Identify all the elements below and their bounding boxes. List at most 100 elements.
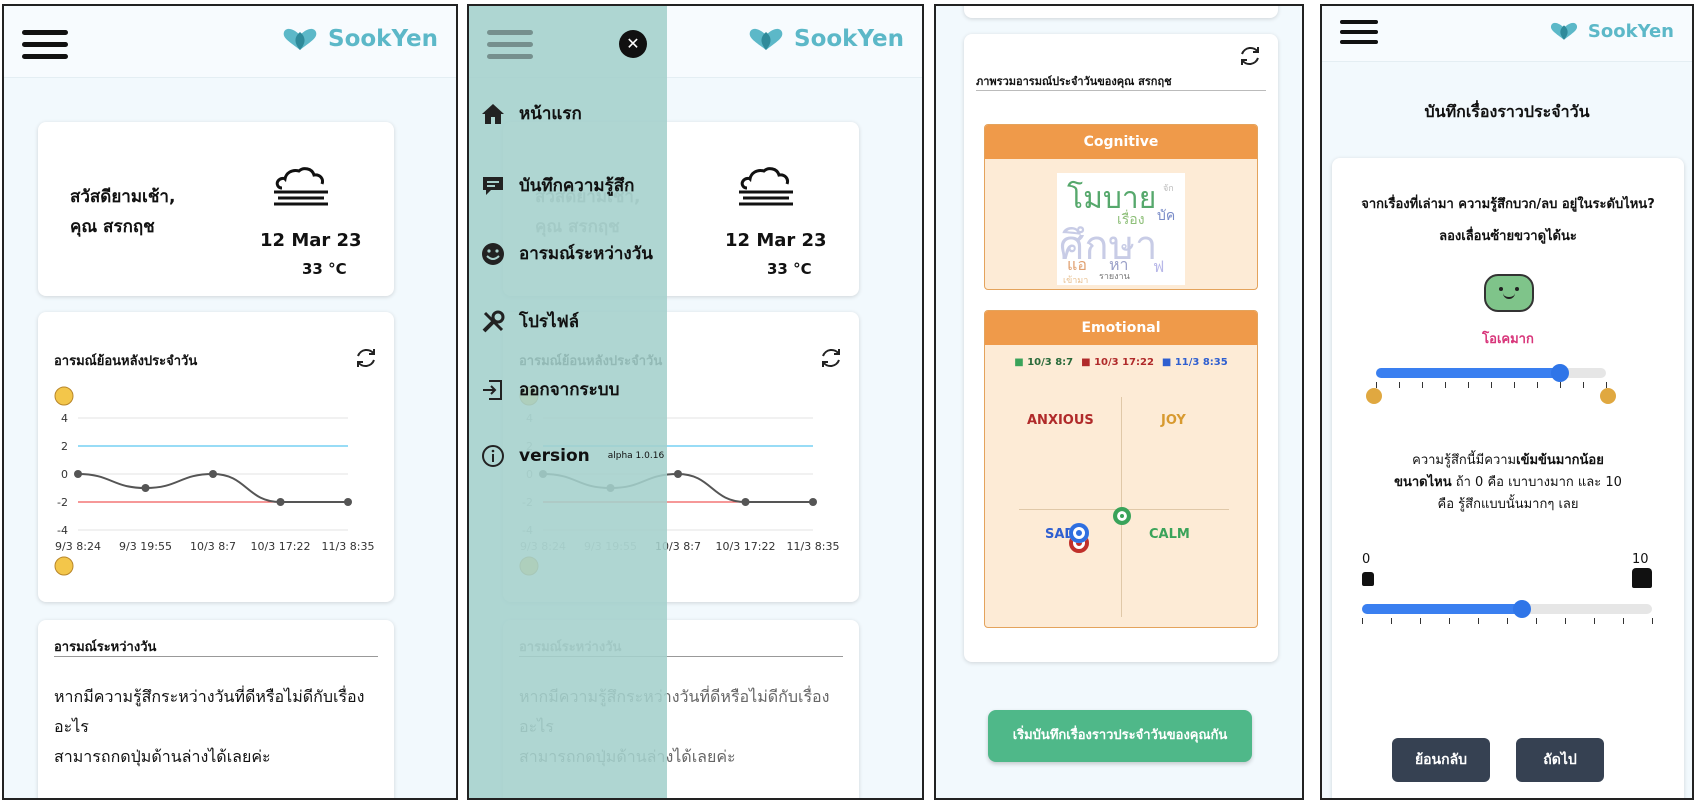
slider-thumb[interactable] xyxy=(1512,600,1531,618)
daytime-title: อารมณ์ระหว่างวัน xyxy=(54,640,157,655)
slider-tick xyxy=(1507,618,1508,624)
intensity-min-label: 0 xyxy=(1362,552,1371,567)
word-cloud-word: รายงาน xyxy=(1099,272,1130,282)
menu-icon[interactable] xyxy=(1340,20,1378,50)
menu-item-home[interactable]: หน้าแรก xyxy=(481,100,582,127)
menu-item-record[interactable]: บันทึกความรู้สึก xyxy=(481,172,634,199)
data-point xyxy=(74,470,82,478)
intensity-slider[interactable] xyxy=(1362,600,1652,618)
x-tick-label: 11/3 8:35 xyxy=(322,540,375,553)
overview-card: ภาพรวมอารมณ์ประจำวันของคุณ สรกฤช Cogniti… xyxy=(964,34,1278,662)
daytime-description: หากมีความรู้สึกระหว่างวันที่ดีหรือไม่ดีก… xyxy=(54,687,365,766)
app-logo: SookYen xyxy=(1548,20,1674,42)
slider-fill xyxy=(1362,604,1522,614)
slider-tick xyxy=(1565,618,1566,624)
greeting-card: สวัสดียามเช้า, คุณ สรกฤช 12 Mar 23 33 °C xyxy=(38,122,394,296)
logout-icon xyxy=(483,379,502,400)
data-point xyxy=(809,498,817,506)
emotion-point xyxy=(1069,523,1089,543)
intensity-question: ขนาดไหน ถ้า 0 คือ เบาบางมาก และ 10 xyxy=(1394,475,1622,490)
quadrant-anxious: ANXIOUS xyxy=(1027,413,1094,428)
valence-question: จากเรื่องที่เล่ามา ความรู้สึกบวก/ลบ อยู่… xyxy=(1361,197,1655,212)
x-tick-label: 9/3 19:55 xyxy=(119,540,172,553)
slider-tick xyxy=(1536,618,1537,624)
menu-icon[interactable] xyxy=(487,30,533,60)
app-name: SookYen xyxy=(1587,20,1674,42)
menu-item-daytime-mood[interactable]: อารมณ์ระหว่างวัน xyxy=(481,240,653,267)
slider-tick xyxy=(1376,382,1377,388)
slider-thumb[interactable] xyxy=(1551,364,1569,382)
legend-item: ■ 10/3 17:22 xyxy=(1081,357,1154,368)
slider-tick xyxy=(1583,382,1584,388)
x-tick-label: 10/3 17:22 xyxy=(251,540,311,553)
valence-slider[interactable] xyxy=(1376,364,1606,382)
chat-icon xyxy=(483,176,503,195)
greeting-text: สวัสดียามเช้า, คุณ สรกฤช xyxy=(70,187,176,237)
refresh-icon[interactable] xyxy=(819,346,843,370)
temperature-text: 33 °C xyxy=(302,260,347,278)
menu-item-logout[interactable]: ออกจากระบบ xyxy=(481,376,619,403)
x-tick-label: 10/3 17:22 xyxy=(716,540,776,553)
close-icon[interactable]: ✕ xyxy=(619,30,647,58)
intensity-max-label: 10 xyxy=(1632,552,1649,567)
heart-leaf-icon xyxy=(283,28,317,50)
emotional-header: Emotional xyxy=(985,311,1257,345)
light-weight-icon xyxy=(1362,572,1374,586)
mood-line-chart: 4 2 0 -2 -4 9/3 8:24 9/3 19:55 10/3 8:7 10/3 17:… xyxy=(54,386,375,576)
refresh-icon[interactable] xyxy=(354,346,378,370)
word-cloud-word: เรื่อง xyxy=(1117,212,1145,228)
record-form-card: จากเรื่องที่เล่ามา ความรู้สึกบวก/ลบ อยู่… xyxy=(1332,158,1684,798)
app-name: SookYen xyxy=(794,26,904,52)
menu-item-profile[interactable]: โปรไฟล์ xyxy=(481,308,579,335)
intensity-question: คือ รู้สึกแบบนั้นมากๆ เลย xyxy=(1437,497,1579,512)
smiley-icon xyxy=(482,242,504,265)
slider-fill xyxy=(1376,368,1560,378)
sad-face-icon xyxy=(1366,388,1382,404)
data-point xyxy=(674,470,682,478)
app-name: SookYen xyxy=(328,26,438,52)
next-button[interactable]: ถัดไป xyxy=(1516,738,1604,782)
emotional-box: Emotional ■ 10/3 8:7 ■ 10/3 17:22 ■ 11/3… xyxy=(984,310,1258,628)
menu-item-version: version alpha 1.0.16 xyxy=(481,444,664,468)
slider-tick xyxy=(1560,382,1561,388)
slider-tick xyxy=(1449,618,1450,624)
page-title: บันทึกเรื่องราวประจำวัน xyxy=(1424,102,1590,121)
app-logo: SookYen xyxy=(746,26,904,52)
slider-ticks xyxy=(1376,382,1607,388)
slider-tick xyxy=(1468,382,1469,388)
cognitive-box: Cognitive โมบาย ศึกษา เรื่อง บัค แอ หา ฟ… xyxy=(984,124,1258,290)
happy-face-icon xyxy=(1600,388,1616,404)
start-record-button[interactable]: เริ่มบันทึกเรื่องราวประจำวันของคุณกัน xyxy=(988,710,1252,762)
home-screen: SookYen สวัสดียามเช้า, คุณ สรกฤช 12 Mar … xyxy=(2,4,458,800)
slider-tick xyxy=(1478,618,1479,624)
series-line xyxy=(77,472,348,503)
slider-tick xyxy=(1652,618,1653,624)
app-logo: SookYen xyxy=(280,26,438,52)
refresh-icon[interactable] xyxy=(1238,44,1262,68)
sad-face-icon xyxy=(54,556,74,576)
heavy-weight-icon xyxy=(1632,568,1652,588)
x-tick-label: 9/3 8:24 xyxy=(55,540,101,553)
slider-tick xyxy=(1362,618,1363,624)
emotion-point xyxy=(1113,507,1131,525)
slider-tick xyxy=(1422,382,1423,388)
divider xyxy=(976,90,1266,91)
quadrant-calm: CALM xyxy=(1149,527,1190,542)
data-point xyxy=(276,498,285,506)
back-button[interactable]: ย้อนกลับ xyxy=(1392,738,1490,782)
date-text: 12 Mar 23 xyxy=(725,230,827,251)
word-cloud-word: บัค xyxy=(1157,208,1176,224)
temperature-text: 33 °C xyxy=(767,260,812,278)
slider-tick xyxy=(1420,618,1421,624)
mood-chart-title: อารมณ์ย้อนหลังประจำวัน xyxy=(54,354,198,369)
data-point xyxy=(344,498,352,506)
tools-icon xyxy=(482,310,505,332)
date-text: 12 Mar 23 xyxy=(260,230,362,251)
y-tick-label: 4 xyxy=(61,412,68,425)
happy-face-icon xyxy=(54,386,74,406)
side-menu: ✕ หน้าแรก บันทึกความรู้สึก อารมณ์ระหว่าง… xyxy=(469,6,667,798)
menu-icon[interactable] xyxy=(22,30,68,60)
heart-leaf-icon xyxy=(1550,22,1577,40)
fog-weather-icon xyxy=(739,167,793,206)
mood-label: โอเคมาก xyxy=(1482,332,1534,347)
